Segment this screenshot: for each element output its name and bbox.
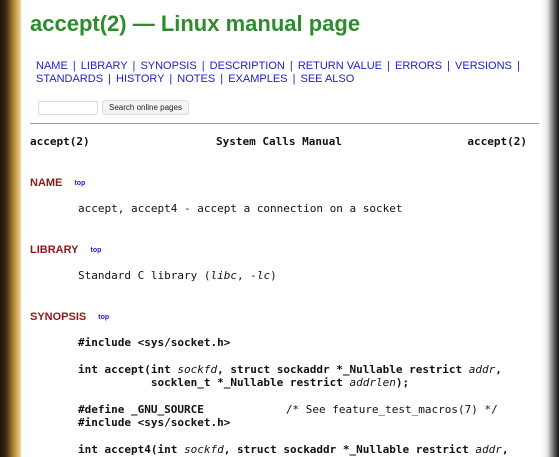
nav-separator: | <box>220 73 224 85</box>
section-nav: NAME | LIBRARY | SYNOPSIS | DESCRIPTION … <box>36 60 526 86</box>
define-gnu-source: #define _GNU_SOURCE <box>78 403 204 416</box>
synopsis-include-1: #include <sys/socket.h> <box>78 336 231 349</box>
synopsis-include-2: #include <sys/socket.h> <box>78 416 231 429</box>
section-heading-library: LIBRARY top <box>30 244 101 256</box>
accept4-part-a: int accept4(int <box>78 443 184 456</box>
nav-separator: | <box>387 60 390 72</box>
nav-link-versions[interactable]: VERSIONS <box>455 60 512 72</box>
accept-param-addr: addr <box>468 363 496 376</box>
define-comment: /* See feature_test_macros(7) */ <box>285 403 498 416</box>
man-header-right: accept(2) <box>467 135 527 148</box>
nav-link-synopsis[interactable]: SYNOPSIS <box>140 60 196 72</box>
accept4-param-addr: addr <box>475 443 502 456</box>
nav-separator: | <box>447 60 450 72</box>
synopsis-define-line: #define _GNU_SOURCE /* See feature_test_m… <box>78 403 498 416</box>
name-description: accept, accept4 - accept a connection on… <box>78 202 403 215</box>
accept-param-sockfd: sockfd <box>177 363 218 376</box>
horizontal-rule <box>30 123 539 124</box>
window-left-edge <box>0 0 22 457</box>
library-mid: , <box>236 269 251 282</box>
accept-l1-part-a: int accept(int <box>78 363 178 376</box>
library-suffix: ) <box>270 269 277 282</box>
nav-link-examples[interactable]: EXAMPLES <box>228 73 287 85</box>
library-lc: -lc <box>250 269 271 282</box>
section-heading-name: NAME top <box>30 177 85 189</box>
nav-link-notes[interactable]: NOTES <box>177 73 215 85</box>
synopsis-accept-line-2: socklen_t *_Nullable restrict addrlen); <box>78 376 409 389</box>
library-text: Standard C library (libc, -lc) <box>78 269 277 282</box>
section-heading-synopsis: SYNOPSIS top <box>30 311 109 323</box>
nav-link-name[interactable]: NAME <box>36 60 68 72</box>
accept4-part-b: , struct sockaddr *_Nullable restrict <box>223 443 476 456</box>
browser-viewport: accept(2) — Linux manual page NAME | LIB… <box>0 0 559 457</box>
nav-separator: | <box>289 60 293 72</box>
nav-link-library[interactable]: LIBRARY <box>81 60 128 72</box>
search-form: Search online pages <box>38 100 189 115</box>
nav-link-standards[interactable]: STANDARDS <box>36 73 103 85</box>
library-libc: libc <box>210 269 237 282</box>
nav-link-see-also[interactable]: SEE ALSO <box>300 73 354 85</box>
search-online-pages-button[interactable]: Search online pages <box>102 100 189 115</box>
synopsis-accept4-line-1: int accept4(int sockfd, struct sockaddr … <box>78 443 509 456</box>
page-title: accept(2) — Linux manual page <box>30 11 361 36</box>
synopsis-accept-line-1: int accept(int sockfd, struct sockaddr *… <box>78 363 502 376</box>
nav-separator: | <box>132 60 136 72</box>
nav-separator: | <box>292 73 296 85</box>
accept-param-addrlen: addrlen <box>349 376 396 389</box>
accept-l2-part-a: socklen_t *_Nullable restrict <box>78 376 350 389</box>
section-heading-synopsis-label: SYNOPSIS <box>30 311 87 323</box>
nav-separator: | <box>201 60 205 72</box>
accept-l2-part-b: ); <box>395 376 410 389</box>
section-heading-name-label: NAME <box>30 177 63 189</box>
top-link-library[interactable]: top <box>90 247 101 254</box>
nav-separator: | <box>516 60 520 72</box>
window-right-edge <box>541 0 559 457</box>
accept-l1-part-c: , <box>495 363 502 376</box>
nav-separator: | <box>72 60 76 72</box>
library-prefix: Standard C library ( <box>78 269 211 282</box>
nav-link-description[interactable]: DESCRIPTION <box>210 60 285 72</box>
top-link-name[interactable]: top <box>74 180 85 187</box>
search-input[interactable] <box>38 100 98 115</box>
accept-l1-part-b: , struct sockaddr *_Nullable restrict <box>217 363 469 376</box>
nav-separator: | <box>108 73 111 85</box>
nav-separator: | <box>169 73 173 85</box>
top-link-synopsis[interactable]: top <box>98 314 109 321</box>
man-header-center: System Calls Manual <box>216 135 342 148</box>
section-heading-library-label: LIBRARY <box>30 244 79 256</box>
nav-link-errors[interactable]: ERRORS <box>395 60 442 72</box>
nav-link-history[interactable]: HISTORY <box>116 73 164 85</box>
nav-link-return-value[interactable]: RETURN VALUE <box>298 60 382 72</box>
accept4-param-sockfd: sockfd <box>183 443 224 456</box>
man-page-content: accept(2) — Linux manual page NAME | LIB… <box>30 0 539 456</box>
accept4-part-c: , <box>501 443 509 456</box>
man-header-left: accept(2) <box>30 135 90 148</box>
